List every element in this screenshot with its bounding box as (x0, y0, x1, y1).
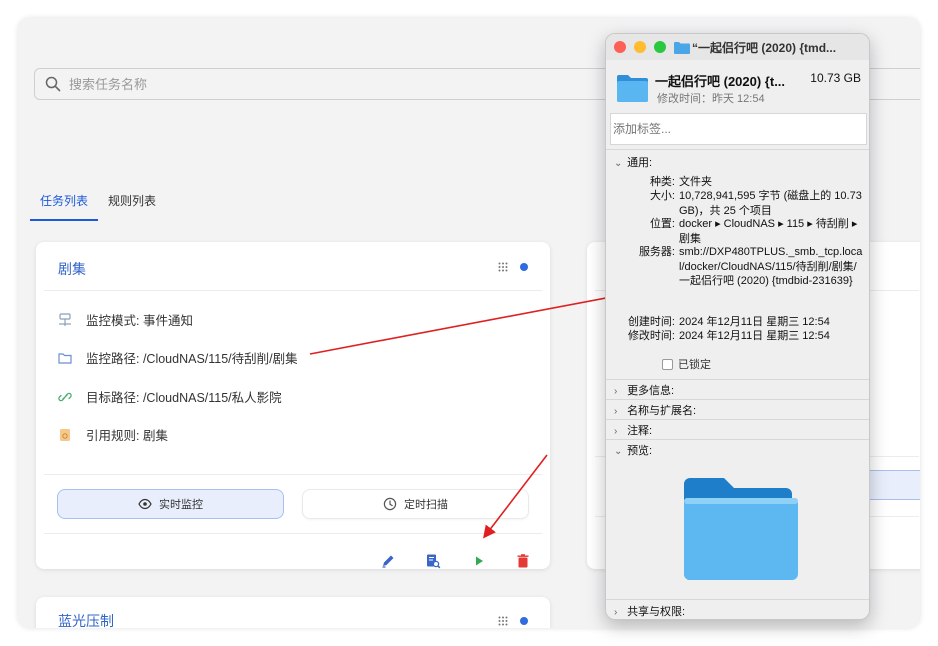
chevron-right-icon: › (614, 607, 618, 618)
title-bar: “一起侣行吧 (2020) {tmd... (606, 34, 869, 60)
general-section-header[interactable]: ⌄ 通用: (606, 154, 869, 170)
file-size: 10.73 GB (810, 71, 861, 85)
size-key: 大小: (649, 190, 675, 202)
arrow-to-play-button (483, 454, 548, 539)
more-info-label: 更多信息: (627, 385, 675, 397)
divider (606, 419, 869, 420)
chevron-right-icon: › (614, 386, 618, 397)
folder-icon (674, 41, 690, 54)
divider (606, 399, 869, 400)
chevron-down-icon: ⌄ (614, 158, 623, 169)
chevron-down-icon: ⌄ (614, 446, 623, 457)
server-value: smb://DXP480TPLUS._smb._tcp.local/docker… (679, 246, 863, 287)
general-label: 通用: (627, 157, 653, 169)
locked-checkbox[interactable]: 已锁定 (662, 356, 711, 372)
comments-label: 注释: (627, 425, 653, 437)
chevron-right-icon: › (614, 406, 618, 417)
server-key: 服务器: (638, 246, 675, 258)
modified-key: 修改时间: (627, 330, 675, 342)
tag-input[interactable] (610, 113, 867, 145)
name-ext-section[interactable]: › 名称与扩展名: (606, 402, 869, 418)
preview-label: 预览: (627, 445, 653, 457)
get-info-window: “一起侣行吧 (2020) {tmd... 一起侣行吧 (2020) {t...… (605, 33, 870, 620)
kind-key: 种类: (649, 176, 675, 188)
created-value: 2024 年12月11日 星期三 12:54 (679, 316, 830, 328)
preview-section[interactable]: ⌄ 预览: (606, 442, 869, 458)
sharing-section[interactable]: › 共享与权限: (606, 603, 869, 619)
modified-short: 修改时间：昨天 12:54 (657, 93, 765, 105)
size-value: 10,728,941,595 字节 (磁盘上的 10.73 GB)，共 25 个… (679, 190, 862, 217)
file-name: 一起侣行吧 (2020) {t... (655, 74, 786, 89)
created-key: 创建时间: (627, 316, 675, 328)
comments-section[interactable]: › 注释: (606, 422, 869, 438)
sharing-label: 共享与权限: (627, 606, 686, 618)
divider (606, 599, 869, 600)
info-header: 一起侣行吧 (2020) {t... 10.73 GB 修改时间：昨天 12:5… (606, 60, 869, 110)
more-info-section[interactable]: › 更多信息: (606, 382, 869, 398)
close-button[interactable] (614, 41, 626, 53)
divider (606, 439, 869, 440)
modified-value: 2024 年12月11日 星期三 12:54 (679, 330, 830, 342)
where-key: 位置: (649, 218, 675, 230)
divider (606, 379, 869, 380)
window-title: “一起侣行吧 (2020) {tmd... (692, 40, 837, 55)
locked-label: 已锁定 (678, 359, 711, 371)
kind-value: 文件夹 (679, 176, 712, 188)
zoom-button[interactable] (654, 41, 666, 53)
minimize-button[interactable] (634, 41, 646, 53)
name-ext-label: 名称与扩展名: (627, 405, 697, 417)
checkbox[interactable] (662, 358, 673, 370)
divider (606, 149, 869, 150)
where-value: docker ▸ CloudNAS ▸ 115 ▸ 待刮削 ▸ 剧集 (679, 218, 858, 245)
folder-icon (617, 75, 648, 102)
folder-preview-icon (684, 478, 798, 580)
chevron-right-icon: › (614, 426, 618, 437)
